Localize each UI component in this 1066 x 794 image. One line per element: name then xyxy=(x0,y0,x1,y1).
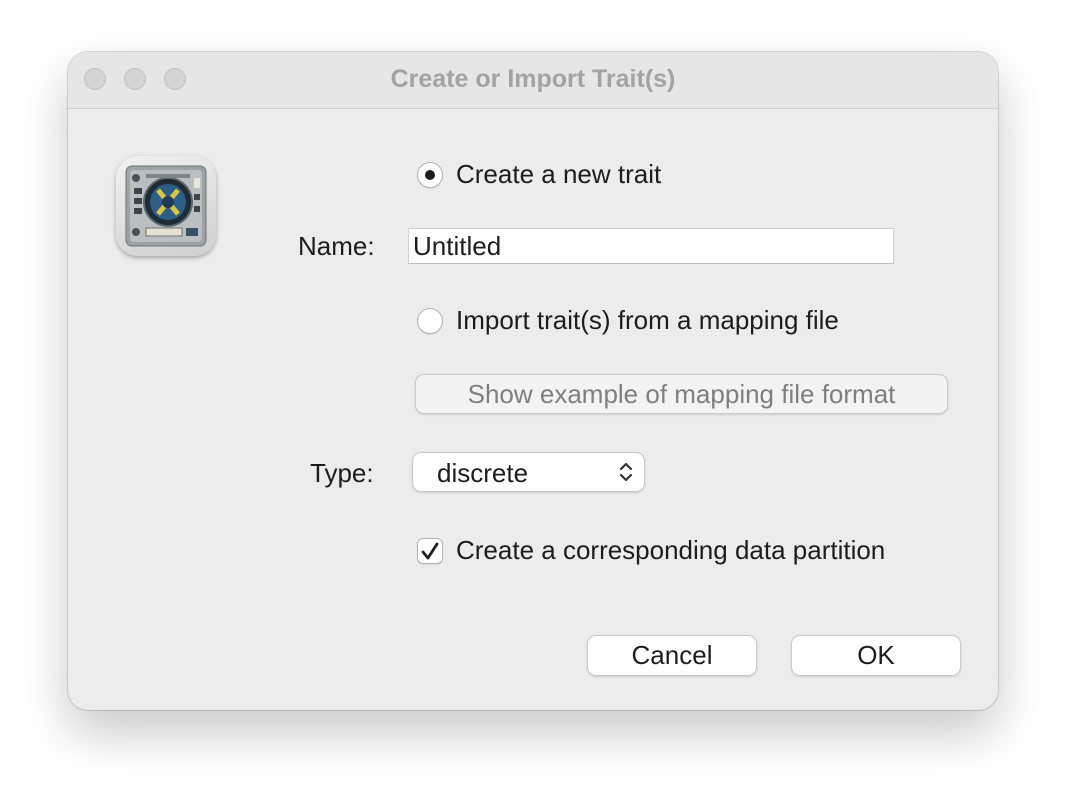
chevron-up-down-icon xyxy=(618,459,634,490)
cancel-button[interactable]: Cancel xyxy=(587,635,757,676)
trait-name-input[interactable] xyxy=(408,228,894,264)
show-mapping-example-button[interactable]: Show example of mapping file format xyxy=(415,374,948,414)
create-data-partition-checkbox[interactable] xyxy=(417,538,443,564)
import-trait-radio[interactable] xyxy=(417,308,443,334)
type-label: Type: xyxy=(310,458,374,488)
create-new-trait-label[interactable]: Create a new trait xyxy=(456,159,661,190)
create-data-partition-label[interactable]: Create a corresponding data partition xyxy=(456,535,885,566)
trait-type-value: discrete xyxy=(437,458,529,488)
app-icon xyxy=(116,156,216,256)
ok-button[interactable]: OK xyxy=(791,635,961,676)
window-title: Create or Import Trait(s) xyxy=(390,65,676,93)
dialog-window: Create or Import Trait(s) Create a new t… xyxy=(68,52,998,710)
radio-selected-dot xyxy=(425,170,435,180)
title-bar[interactable]: Create or Import Trait(s) xyxy=(68,52,998,109)
import-trait-label[interactable]: Import trait(s) from a mapping file xyxy=(456,305,839,336)
checkmark-icon xyxy=(421,542,439,560)
trait-type-select[interactable]: discrete xyxy=(412,452,645,492)
create-new-trait-radio[interactable] xyxy=(417,162,443,188)
name-label: Name: xyxy=(298,231,375,261)
